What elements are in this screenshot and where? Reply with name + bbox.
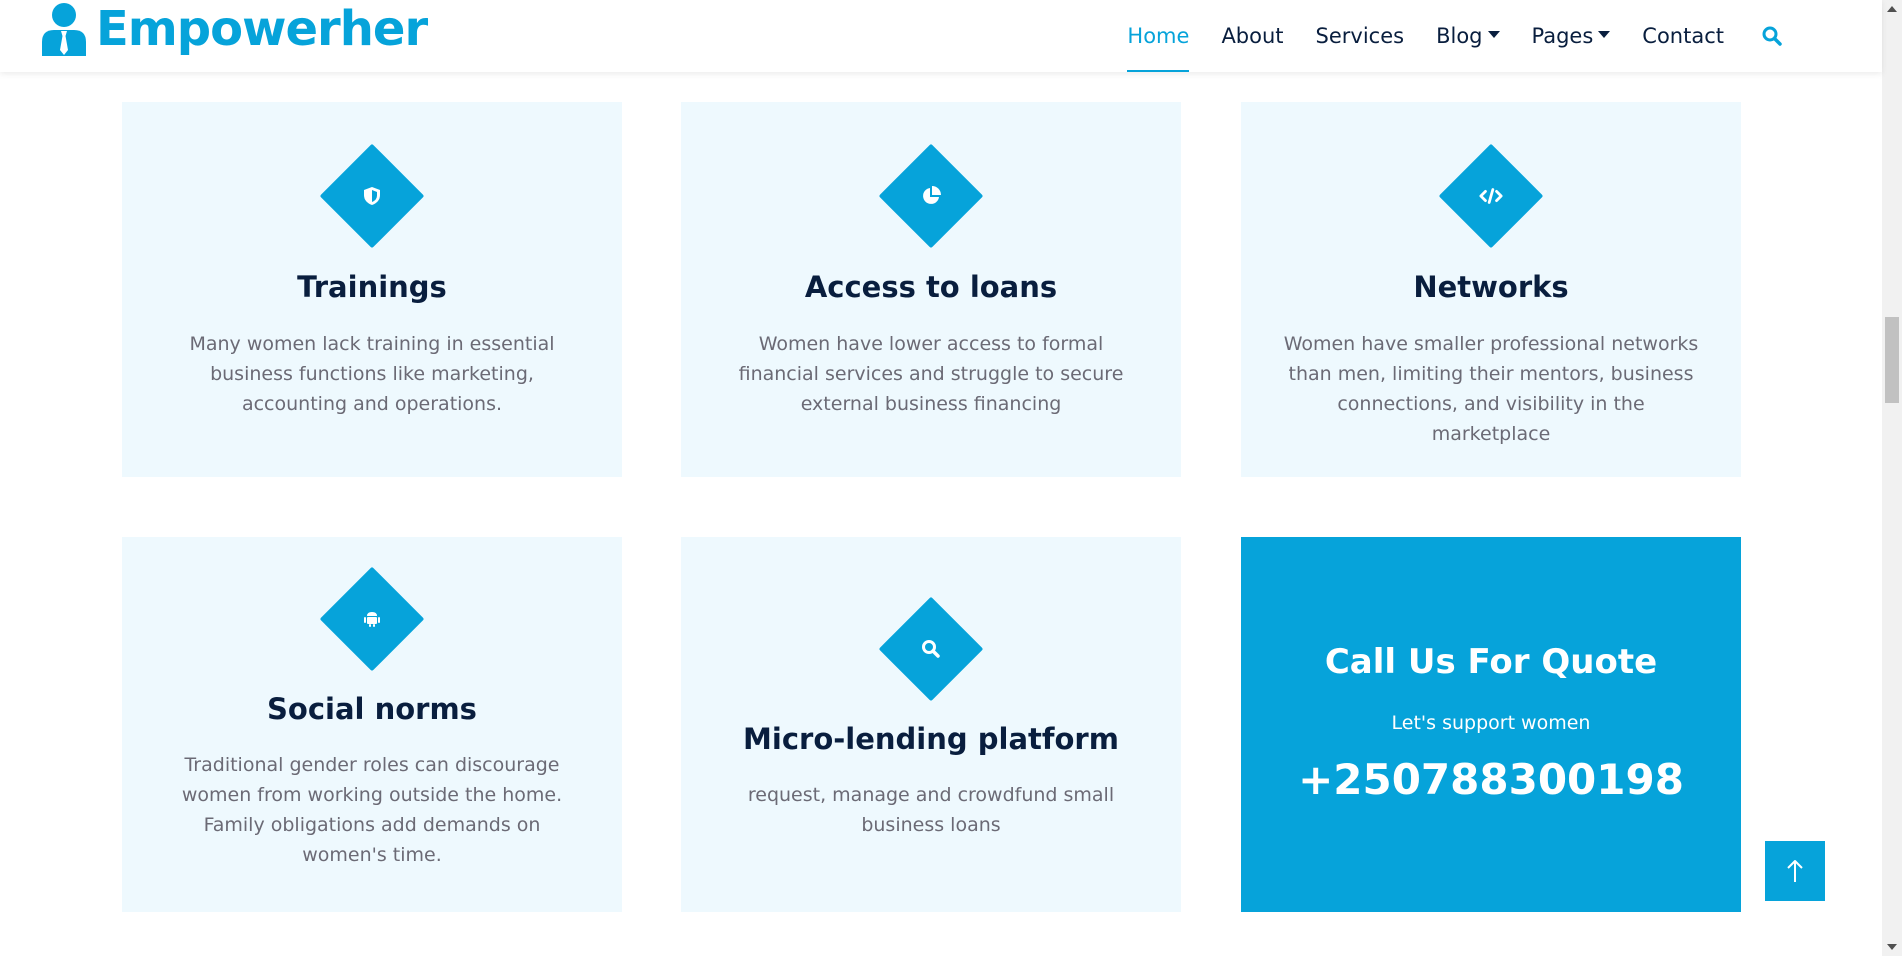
service-card-trainings: Trainings Many women lack training in es… [122,102,622,477]
user-tie-icon [42,3,86,56]
call-for-quote-card: Call Us For Quote Let's support women +2… [1241,537,1741,912]
caret-down-icon [1487,30,1500,38]
code-icon [1479,188,1503,204]
card-description: Many women lack training in essential bu… [189,333,555,415]
search-icon [922,640,940,658]
service-icon-badge [1438,143,1544,249]
nav-about[interactable]: About [1221,0,1283,72]
service-card-micro-lending: Micro-lending platform request, manage a… [681,537,1181,912]
nav-contact[interactable]: Contact [1642,0,1724,72]
brand-logo[interactable]: Empowerher [40,0,428,58]
card-title: Social norms [267,692,477,726]
nav-blog-dropdown[interactable]: Blog [1436,0,1500,72]
quote-subtitle: Let's support women [1391,712,1591,734]
service-icon-badge [878,143,984,249]
card-description: Women have lower access to formal financ… [738,333,1124,415]
quote-phone-number[interactable]: +250788300198 [1241,755,1741,804]
android-icon [364,612,380,627]
nav-contact-label: Contact [1642,24,1724,48]
service-card-social-norms: Social norms Traditional gender roles ca… [122,537,622,912]
service-card-networks: Networks Women have smaller professional… [1241,102,1741,477]
caret-down-icon [1598,30,1611,38]
shield-icon [364,187,380,205]
card-title: Micro-lending platform [743,722,1119,756]
nav-services-label: Services [1315,24,1405,48]
service-icon-badge [878,596,984,702]
arrow-up-icon [1787,860,1803,882]
scrollbar-thumb[interactable] [1885,317,1899,403]
card-title: Access to loans [804,270,1058,304]
page-scrollbar[interactable] [1882,0,1902,956]
search-button[interactable] [1760,24,1784,48]
card-description: Women have smaller professional networks… [1283,333,1699,445]
navbar: Empowerher Home About Services Blog Page… [0,0,1882,72]
card-description: Traditional gender roles can discourage … [181,754,563,866]
scroll-down-arrow-icon[interactable] [1887,944,1897,950]
card-title: Networks [1413,270,1569,304]
main-nav: Home About Services Blog Pages Contact [1095,0,1784,72]
nav-blog-label: Blog [1436,24,1483,48]
nav-home-label: Home [1127,24,1190,48]
nav-about-label: About [1221,24,1284,48]
brand-name: Empowerher [96,1,428,57]
nav-pages-label: Pages [1531,24,1594,48]
service-icon-badge [319,566,425,672]
search-icon [1762,26,1782,46]
nav-home[interactable]: Home [1127,0,1190,72]
chart-pie-icon [923,186,941,204]
service-card-access-to-loans: Access to loans Women have lower access … [681,102,1181,477]
card-description: request, manage and crowdfund small busi… [747,784,1115,836]
nav-pages-dropdown[interactable]: Pages [1532,0,1611,72]
card-title: Trainings [297,270,447,304]
nav-services[interactable]: Services [1316,0,1405,72]
service-icon-badge [319,143,425,249]
scroll-up-arrow-icon[interactable] [1887,6,1897,12]
quote-title: Call Us For Quote [1324,642,1658,682]
back-to-top-button[interactable] [1765,841,1825,901]
